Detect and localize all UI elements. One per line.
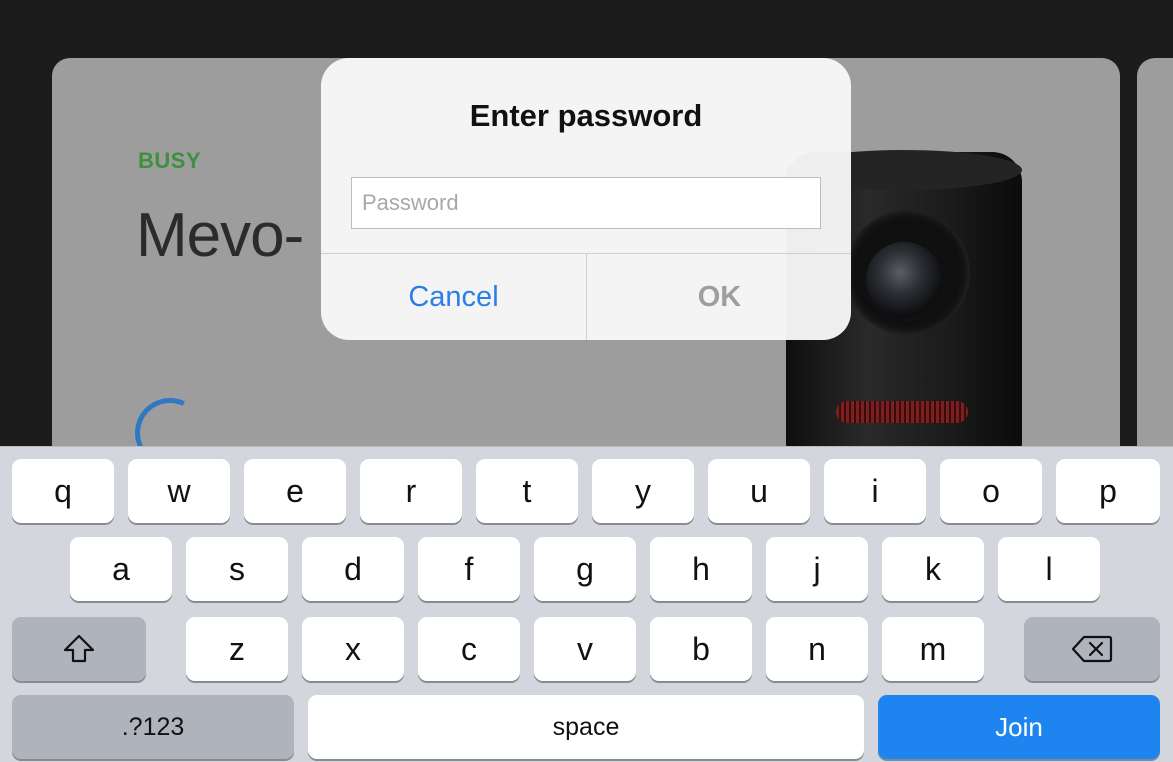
alert-title: Enter password xyxy=(469,98,703,133)
backspace-key[interactable] xyxy=(1024,617,1160,681)
join-button[interactable]: Join xyxy=(878,695,1160,759)
key-s[interactable]: s xyxy=(186,537,288,601)
key-v[interactable]: v xyxy=(534,617,636,681)
space-key[interactable]: space xyxy=(308,695,864,759)
key-k[interactable]: k xyxy=(882,537,984,601)
key-f[interactable]: f xyxy=(418,537,520,601)
key-o[interactable]: o xyxy=(940,459,1042,523)
key-g[interactable]: g xyxy=(534,537,636,601)
next-device-card[interactable] xyxy=(1137,58,1173,478)
key-j[interactable]: j xyxy=(766,537,868,601)
shift-arrow-icon xyxy=(63,634,95,663)
device-name: Mevo- xyxy=(136,201,304,270)
key-e[interactable]: e xyxy=(244,459,346,523)
key-m[interactable]: m xyxy=(882,617,984,681)
key-y[interactable]: y xyxy=(592,459,694,523)
key-p[interactable]: p xyxy=(1056,459,1160,523)
key-n[interactable]: n xyxy=(766,617,868,681)
key-q[interactable]: q xyxy=(12,459,114,523)
key-u[interactable]: u xyxy=(708,459,810,523)
numbers-key[interactable]: .?123 xyxy=(12,695,294,759)
key-a[interactable]: a xyxy=(70,537,172,601)
key-c[interactable]: c xyxy=(418,617,520,681)
camera-speaker-grille xyxy=(836,401,968,423)
password-input[interactable] xyxy=(351,177,821,229)
key-b[interactable]: b xyxy=(650,617,752,681)
key-z[interactable]: z xyxy=(186,617,288,681)
key-i[interactable]: i xyxy=(824,459,926,523)
key-r[interactable]: r xyxy=(360,459,462,523)
on-screen-keyboard: q w e r t y u i o p a s d f g h j k l z … xyxy=(0,446,1173,762)
key-t[interactable]: t xyxy=(476,459,578,523)
password-alert: Enter password Cancel OK xyxy=(321,58,851,340)
cancel-button[interactable]: Cancel xyxy=(321,254,586,340)
shift-key[interactable] xyxy=(12,617,146,681)
key-x[interactable]: x xyxy=(302,617,404,681)
key-h[interactable]: h xyxy=(650,537,752,601)
ok-button[interactable]: OK xyxy=(587,254,851,340)
key-l[interactable]: l xyxy=(998,537,1100,601)
camera-lens xyxy=(866,242,942,318)
key-w[interactable]: w xyxy=(128,459,230,523)
backspace-icon xyxy=(1071,635,1113,663)
device-status: BUSY xyxy=(138,148,202,173)
key-d[interactable]: d xyxy=(302,537,404,601)
